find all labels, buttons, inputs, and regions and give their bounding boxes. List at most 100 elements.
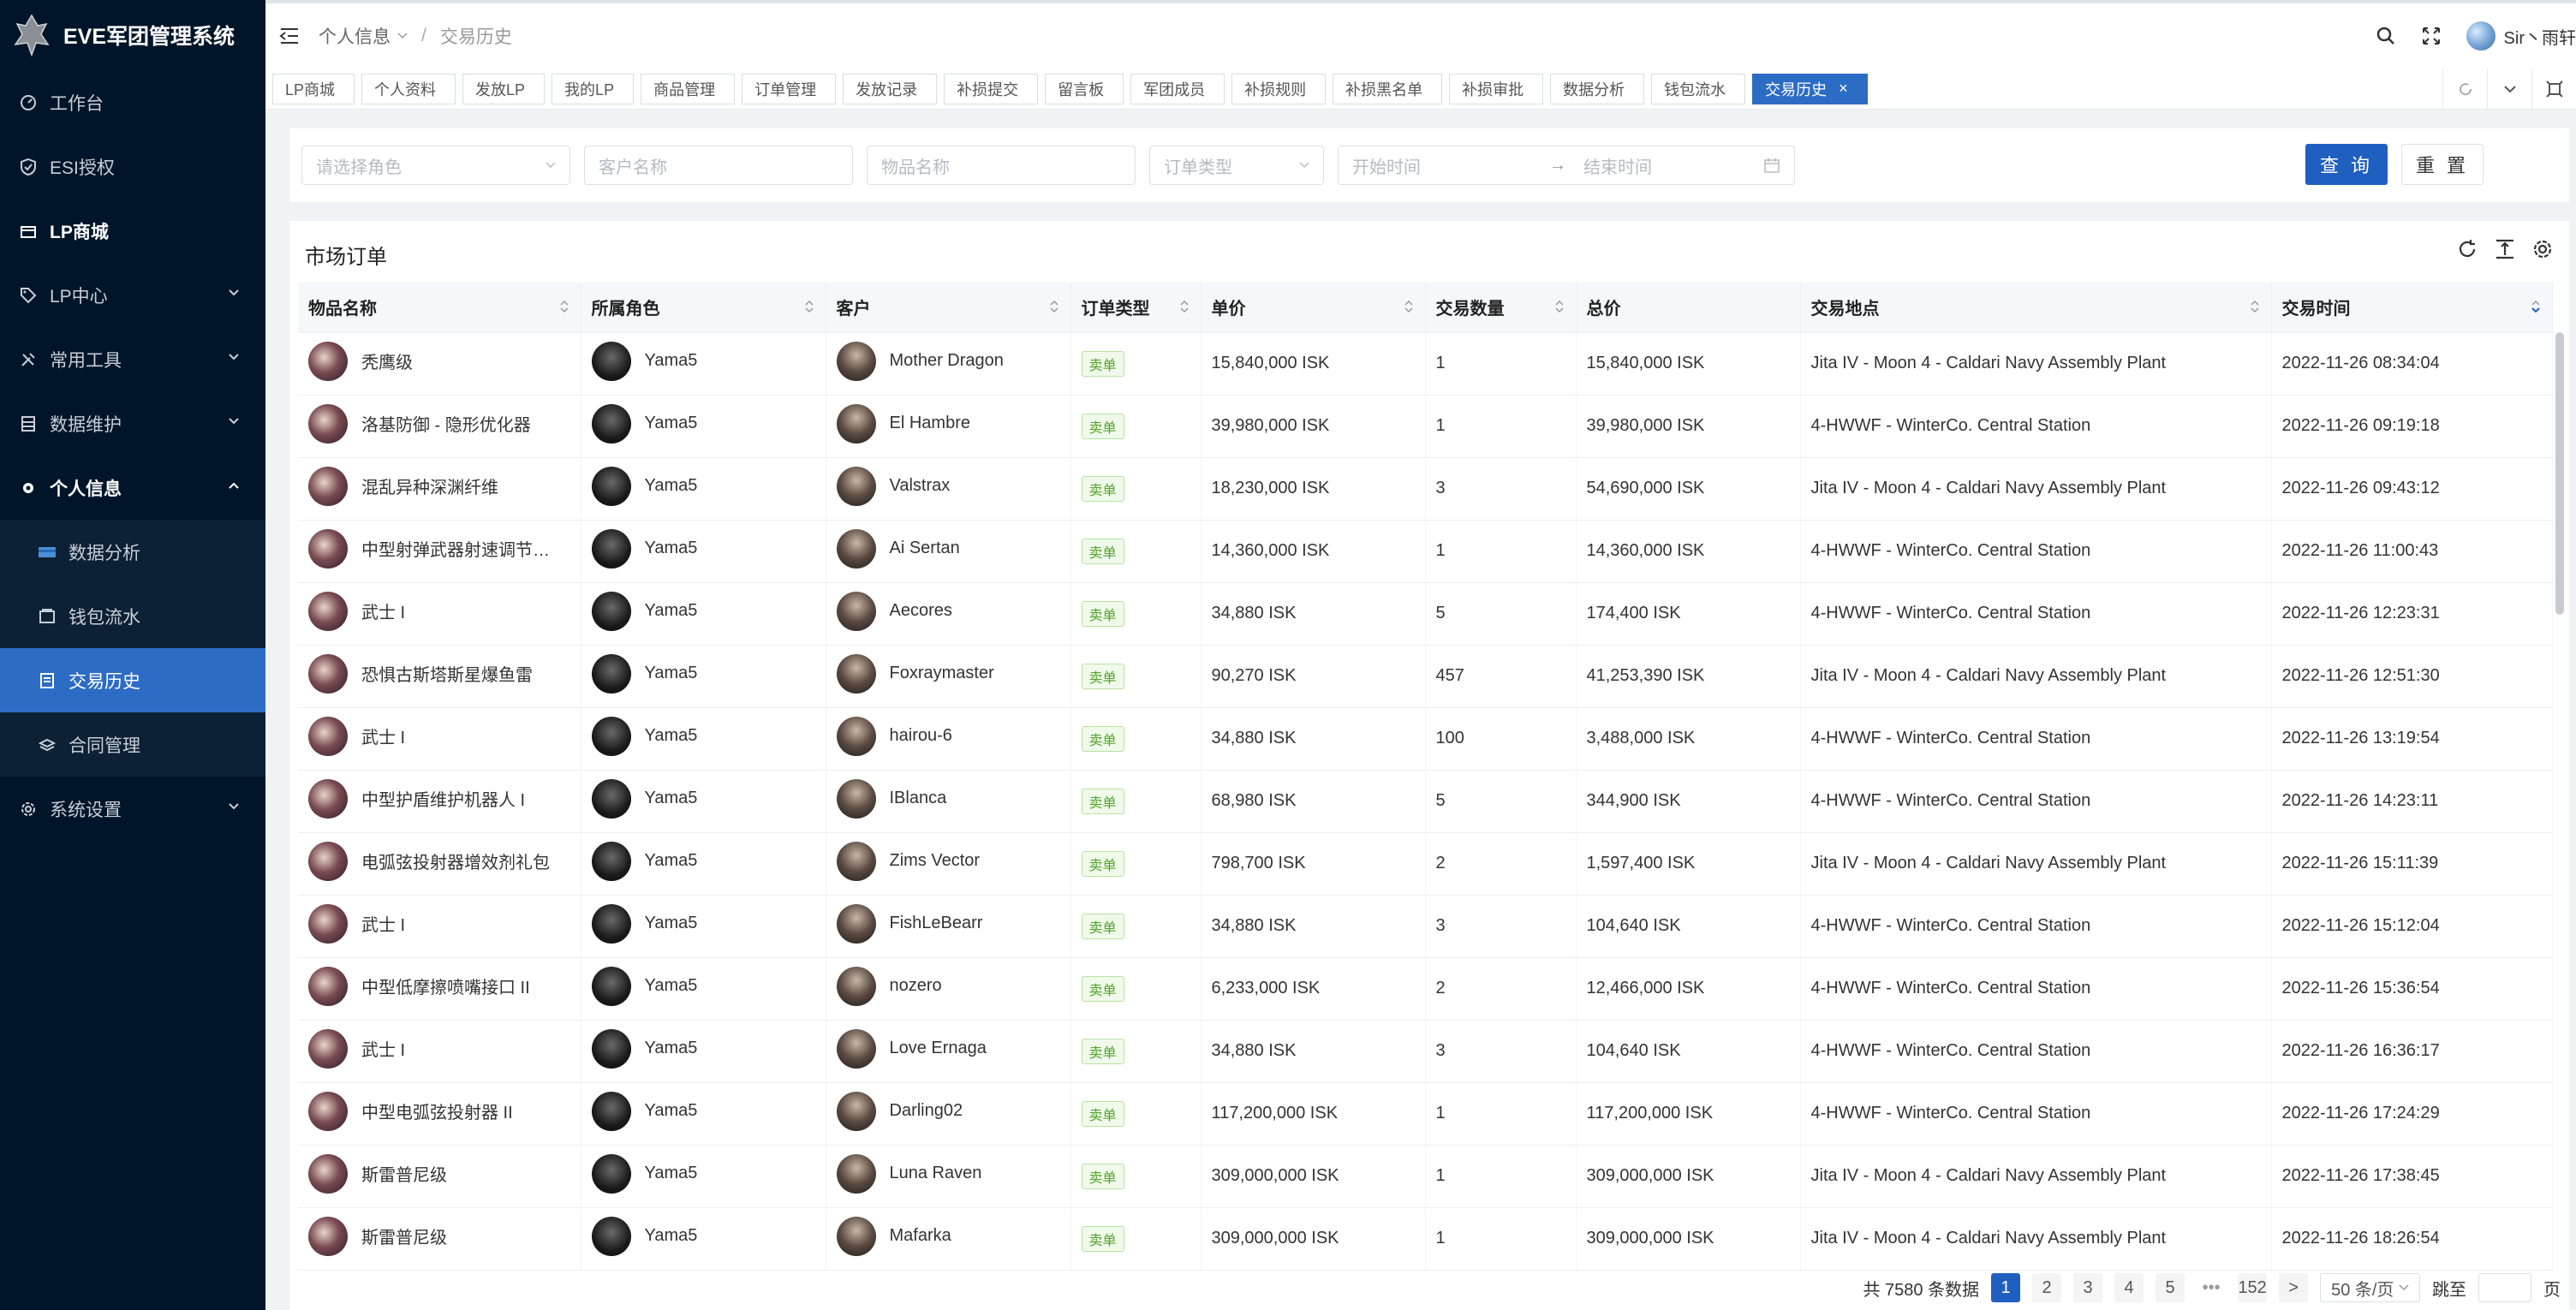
tab-message-board[interactable]: 留言板 bbox=[1045, 73, 1124, 104]
cell-text: nozero bbox=[889, 976, 942, 995]
breadcrumb-parent[interactable]: 个人信息 bbox=[319, 23, 391, 49]
page-last[interactable]: 152 bbox=[2238, 1273, 2268, 1302]
sidebar-item-tools[interactable]: 常用工具 bbox=[0, 327, 265, 391]
sidebar-item-label: 数据分析 bbox=[69, 543, 140, 563]
tab-issue-records[interactable]: 发放记录 bbox=[843, 73, 938, 104]
table-row[interactable]: 混乱异种深渊纤维 Yama5 Valstrax 卖单 18,230,000 ISK 3 54… bbox=[298, 457, 2553, 521]
sidebar-item-lp-shop[interactable]: LP商城 bbox=[0, 199, 265, 263]
table-scrollbar[interactable] bbox=[2555, 332, 2564, 615]
item-icon bbox=[308, 591, 348, 631]
table-cell: Luna Raven bbox=[826, 1145, 1071, 1208]
date-range-picker[interactable]: 开始时间 → 结束时间 bbox=[1338, 146, 1795, 185]
tab-loss-approval[interactable]: 补损审批 bbox=[1449, 73, 1544, 104]
column-header-quantity[interactable]: 交易数量 bbox=[1425, 283, 1577, 333]
page-2[interactable]: 2 bbox=[2032, 1273, 2062, 1302]
table-cell: 武士 I bbox=[298, 1020, 581, 1083]
sidebar-item-workbench[interactable]: 工作台 bbox=[0, 70, 265, 134]
user-menu[interactable]: Sir丶雨轩 bbox=[2466, 21, 2576, 51]
tab-orders[interactable]: 订单管理 bbox=[742, 73, 837, 104]
next-page-button[interactable]: > bbox=[2279, 1273, 2309, 1302]
cell-text: Yama5 bbox=[644, 351, 698, 370]
column-header-type[interactable]: 订单类型 bbox=[1070, 283, 1202, 333]
tab-profile[interactable]: 个人资料 bbox=[361, 73, 456, 104]
sidebar-item-trade-history[interactable]: 交易历史 bbox=[0, 648, 265, 712]
table-row[interactable]: 中型护盾维护机器人 I Yama5 IBlanca 卖单 68,980 ISK 5 344,… bbox=[298, 770, 2553, 833]
table-cell: nozero bbox=[826, 957, 1071, 1021]
sidebar-item-esi[interactable]: ESI授权 bbox=[0, 134, 265, 199]
table-row[interactable]: 武士 I Yama5 FishLeBearr 卖单 34,880 ISK 3 104,640… bbox=[298, 895, 2553, 958]
goto-page-input[interactable] bbox=[2478, 1273, 2531, 1302]
tab-wallet[interactable]: 钱包流水 bbox=[1651, 73, 1746, 104]
table-cell: 卖单 bbox=[1070, 457, 1202, 521]
item-icon bbox=[308, 903, 348, 944]
tab-trade-history[interactable]: 交易历史 × bbox=[1752, 73, 1868, 104]
sort-icon bbox=[1554, 300, 1564, 313]
item-input[interactable]: 物品名称 bbox=[867, 146, 1136, 185]
role-select[interactable]: 请选择角色 bbox=[301, 146, 570, 185]
tab-data-analysis[interactable]: 数据分析 bbox=[1550, 73, 1645, 104]
sidebar-item-system-settings[interactable]: 系统设置 bbox=[0, 777, 265, 841]
tab-loss-blacklist[interactable]: 补损黑名单 bbox=[1333, 73, 1443, 104]
page-ellipsis[interactable]: ••• bbox=[2197, 1273, 2226, 1302]
page-5[interactable]: 5 bbox=[2156, 1273, 2185, 1302]
query-button[interactable]: 查 询 bbox=[2305, 144, 2388, 185]
sort-icon bbox=[2250, 300, 2259, 313]
column-header-customer[interactable]: 客户 bbox=[826, 283, 1071, 333]
tab-loss-rules[interactable]: 补损规则 bbox=[1231, 73, 1327, 104]
column-header-total[interactable]: 总价 bbox=[1576, 283, 1801, 333]
table-row[interactable]: 秃鹰级 Yama5 Mother Dragon 卖单 15,840,000 ISK 1 15… bbox=[298, 332, 2553, 396]
wallet-icon bbox=[38, 607, 57, 626]
tab-members[interactable]: 军团成员 bbox=[1130, 73, 1225, 104]
page-size-select[interactable]: 50 条/页 bbox=[2320, 1273, 2420, 1302]
table-row[interactable]: 电弧弦投射器增效剂礼包 Yama5 Zims Vector 卖单 798,700 ISK… bbox=[298, 832, 2553, 896]
sidebar-item-wallet[interactable]: 钱包流水 bbox=[0, 584, 265, 648]
tab-dropdown-button[interactable] bbox=[2487, 68, 2531, 110]
tab-maximize-button[interactable] bbox=[2531, 68, 2576, 110]
table-row[interactable]: 中型射弹武器射速调节… Yama5 Ai Sertan 卖单 14,360,000 IS… bbox=[298, 520, 2553, 583]
sidebar-item-data-maintenance[interactable]: 数据维护 bbox=[0, 391, 265, 456]
sidebar-item-contracts[interactable]: 合同管理 bbox=[0, 712, 265, 777]
tab-lp-shop[interactable]: LP商城 bbox=[272, 73, 355, 104]
table-row[interactable]: 恐惧古斯塔斯星爆鱼雷 Yama5 Foxraymaster 卖单 90,270 ISK 4… bbox=[298, 645, 2553, 708]
page-1[interactable]: 1 bbox=[1991, 1273, 2021, 1302]
table-row[interactable]: 武士 I Yama5 Aecores 卖单 34,880 ISK 5 174,400 ISK… bbox=[298, 582, 2553, 646]
table-row[interactable]: 洛基防御 - 隐形优化器 Yama5 El Hambre 卖单 39,980,000 I… bbox=[298, 395, 2553, 458]
order-type-select[interactable]: 订单类型 bbox=[1149, 146, 1324, 185]
sidebar-item-data-analysis[interactable]: 数据分析 bbox=[0, 520, 265, 584]
column-header-time[interactable]: 交易时间 bbox=[2271, 283, 2553, 333]
page-3[interactable]: 3 bbox=[2073, 1273, 2103, 1302]
table-row[interactable]: 斯雷普尼级 Yama5 Mafarka 卖单 309,000,000 ISK 1 309,0… bbox=[298, 1207, 2553, 1271]
tab-goods[interactable]: 商品管理 bbox=[641, 73, 736, 104]
table-cell: 34,880 ISK bbox=[1201, 707, 1426, 771]
table-row[interactable]: 中型低摩擦喷嘴接口 II Yama5 nozero 卖单 6,233,000 ISK 2 1… bbox=[298, 957, 2553, 1021]
settings-icon[interactable] bbox=[2531, 238, 2554, 260]
sidebar-item-lp-center[interactable]: LP中心 bbox=[0, 263, 265, 327]
menu-fold-icon[interactable] bbox=[279, 27, 300, 45]
search-icon[interactable] bbox=[2376, 26, 2396, 46]
close-icon[interactable]: × bbox=[1839, 80, 1848, 98]
reset-button[interactable]: 重 置 bbox=[2401, 144, 2484, 185]
sidebar-item-personal-info[interactable]: 个人信息 bbox=[0, 456, 265, 520]
cell-with-avatar: Yama5 bbox=[591, 966, 697, 1006]
tools-icon bbox=[19, 350, 38, 369]
refresh-tab-button[interactable] bbox=[2442, 68, 2487, 110]
column-header-price[interactable]: 单价 bbox=[1201, 283, 1426, 333]
column-height-icon[interactable] bbox=[2494, 238, 2516, 260]
table-row[interactable]: 中型电弧弦投射器 II Yama5 Darling02 卖单 117,200,000 I… bbox=[298, 1082, 2553, 1146]
refresh-icon[interactable] bbox=[2456, 238, 2478, 260]
column-header-item[interactable]: 物品名称 bbox=[298, 283, 581, 333]
page-4[interactable]: 4 bbox=[2114, 1273, 2144, 1302]
sidebar-item-label: 常用工具 bbox=[50, 350, 122, 371]
column-header-location[interactable]: 交易地点 bbox=[1800, 283, 2272, 333]
fullscreen-icon[interactable] bbox=[2422, 27, 2441, 45]
customer-input[interactable]: 客户名称 bbox=[584, 146, 853, 185]
table-row[interactable]: 武士 I Yama5 hairou-6 卖单 34,880 ISK 100 3,488,00… bbox=[298, 707, 2553, 771]
username: Sir丶雨轩 bbox=[2503, 28, 2576, 48]
tab-loss-submit[interactable]: 补损提交 bbox=[944, 73, 1039, 104]
table-row[interactable]: 斯雷普尼级 Yama5 Luna Raven 卖单 309,000,000 ISK 1 30… bbox=[298, 1145, 2553, 1208]
tab-issue-lp[interactable]: 发放LP bbox=[462, 73, 546, 104]
app-title: EVE军团管理系统 bbox=[63, 25, 236, 49]
table-row[interactable]: 武士 I Yama5 Love Ernaga 卖单 34,880 ISK 3 104,640… bbox=[298, 1020, 2553, 1083]
tab-my-lp[interactable]: 我的LP bbox=[552, 73, 635, 104]
column-header-role[interactable]: 所属角色 bbox=[581, 283, 826, 333]
